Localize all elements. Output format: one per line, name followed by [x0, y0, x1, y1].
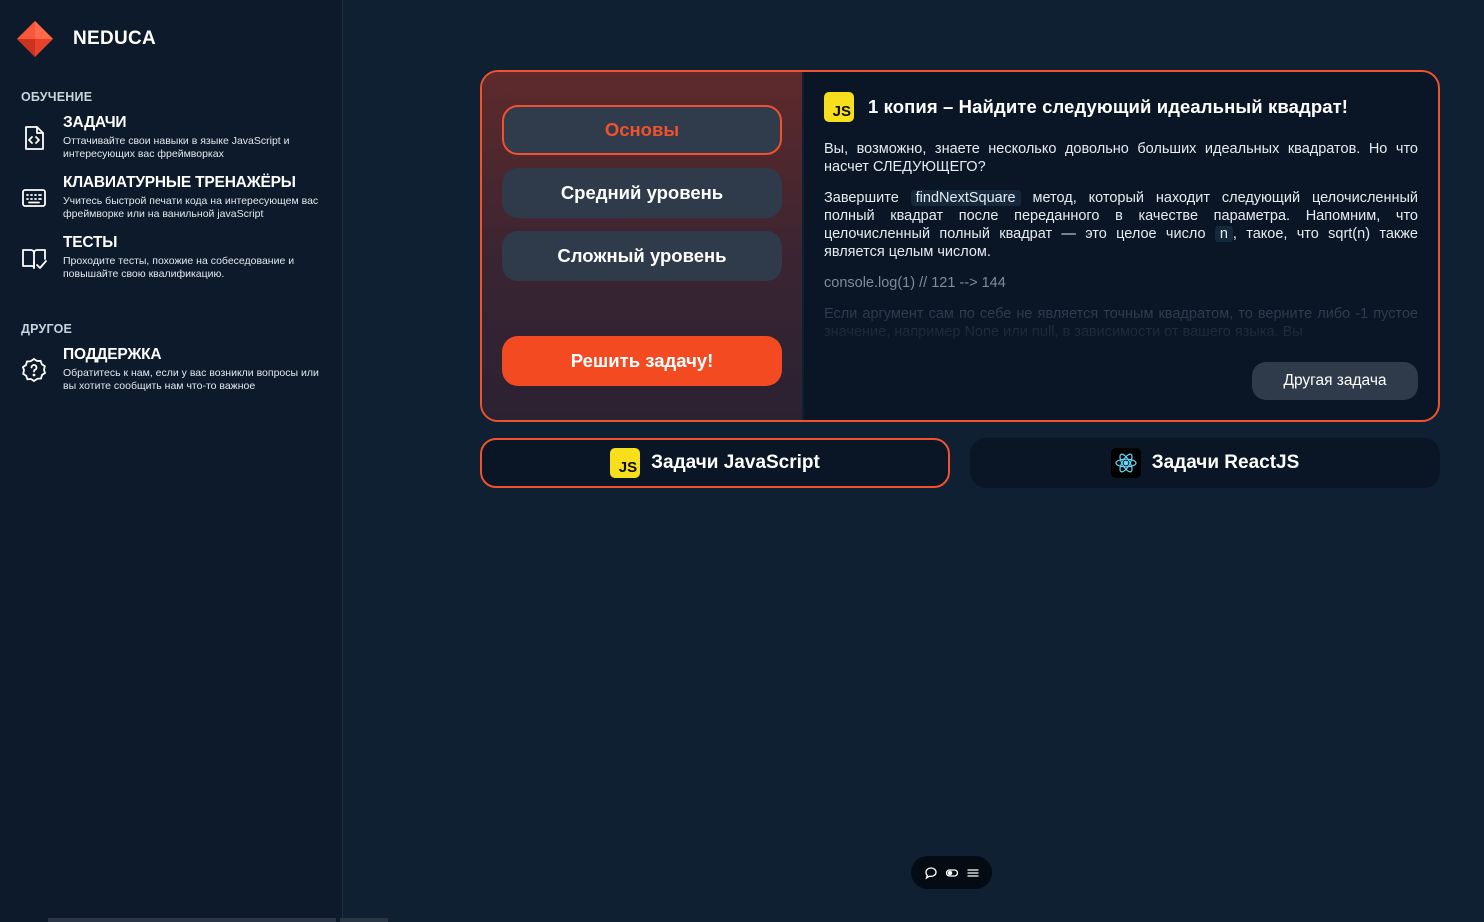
floating-toolbar: [911, 856, 992, 889]
sidebar-item-title: ПОДДЕРЖКА: [63, 346, 162, 363]
sidebar-item-tasks[interactable]: ЗАДАЧИ Оттачивайте свои навыки в языке J…: [20, 114, 330, 161]
react-icon: [1110, 448, 1141, 478]
sidebar-item-support[interactable]: ПОДДЕРЖКА Обратитесь к нам, если у вас в…: [20, 346, 330, 393]
sidebar-item-keyboard-trainers[interactable]: КЛАВИАТУРНЫЕ ТРЕНАЖЁРЫ Учитесь быстрой п…: [20, 174, 330, 221]
task-paragraph-more: Если аргумент сам по себе не является то…: [824, 306, 1418, 340]
level-panel: Основы Средний уровень Сложный уровень Р…: [482, 72, 804, 420]
tab-label: Задачи ReactJS: [1151, 452, 1300, 473]
task-paragraph-intro: Вы, возможно, знаете несколько довольно …: [824, 141, 1418, 175]
neduca-logo-icon: [17, 21, 53, 57]
sidebar-item-title: ТЕСТЫ: [63, 234, 118, 251]
task-title: 1 копия – Найдите следующий идеальный кв…: [868, 96, 1349, 117]
task-example: console.log(1) // 121 --> 144: [824, 275, 1006, 291]
horizontal-scrollbar[interactable]: [48, 918, 336, 922]
sidebar-item-title: ЗАДАЧИ: [63, 114, 127, 131]
horizontal-scrollbar-thumb[interactable]: [340, 918, 388, 922]
task-card: Основы Средний уровень Сложный уровень Р…: [480, 70, 1440, 422]
task-description: Вы, возможно, знаете несколько довольно …: [824, 140, 1418, 346]
code-file-icon: [25, 126, 44, 150]
sidebar-item-desc: Проходите тесты, похожие на собеседовани…: [63, 255, 295, 280]
brand-logo[interactable]: NEDUCA: [16, 20, 156, 58]
sidebar: NEDUCA ОБУЧЕНИЕ ЗАДАЧИ Оттачивайте свои …: [0, 0, 343, 922]
menu-lines-icon[interactable]: [966, 866, 980, 880]
sidebar-item-desc: Оттачивайте свои навыки в языке JavaScri…: [63, 135, 290, 160]
text-segment: , такое, что: [1232, 226, 1329, 242]
section-title-learning: ОБУЧЕНИЕ: [21, 90, 93, 104]
help-circle-icon: [21, 357, 47, 383]
tab-label: Задачи JavaScript: [651, 452, 820, 473]
javascript-icon: JS: [824, 92, 854, 122]
inline-code: findNextSquare: [910, 190, 1021, 206]
tab-react-tasks[interactable]: Задачи ReactJS: [970, 438, 1440, 488]
sidebar-item-desc: Обратитесь к нам, если у вас возникли во…: [63, 367, 319, 392]
inline-code: sqrt(n): [1328, 226, 1371, 242]
task-paragraph-main: Завершите findNextSquare метод, который …: [824, 189, 1418, 261]
task-panel: JS 1 копия – Найдите следующий идеальный…: [804, 72, 1438, 420]
tab-javascript-tasks[interactable]: JS Задачи JavaScript: [480, 438, 950, 488]
sidebar-item-desc: Учитесь быстрой печати кода на интересую…: [63, 195, 319, 220]
level-advanced-button[interactable]: Сложный уровень: [502, 231, 782, 281]
chat-icon[interactable]: [924, 866, 938, 880]
brand-name: NEDUCA: [73, 28, 157, 49]
solve-task-button[interactable]: Решить задачу!: [502, 336, 782, 386]
level-intermediate-button[interactable]: Средний уровень: [502, 168, 782, 218]
section-title-other: ДРУГОЕ: [21, 322, 73, 336]
javascript-icon: JS: [610, 448, 641, 478]
inline-code: n: [1214, 226, 1233, 242]
other-task-button[interactable]: Другая задача: [1252, 362, 1418, 400]
sidebar-item-title: КЛАВИАТУРНЫЕ ТРЕНАЖЁРЫ: [63, 174, 296, 191]
toggle-icon[interactable]: [945, 866, 959, 880]
book-check-icon: [22, 249, 47, 269]
keyboard-icon: [22, 189, 46, 207]
task-header: JS 1 копия – Найдите следующий идеальный…: [824, 92, 1418, 122]
sidebar-item-tests[interactable]: ТЕСТЫ Проходите тесты, похожие на собесе…: [20, 234, 330, 281]
level-basics-button[interactable]: Основы: [502, 105, 782, 155]
text-segment: Завершите: [824, 190, 911, 206]
